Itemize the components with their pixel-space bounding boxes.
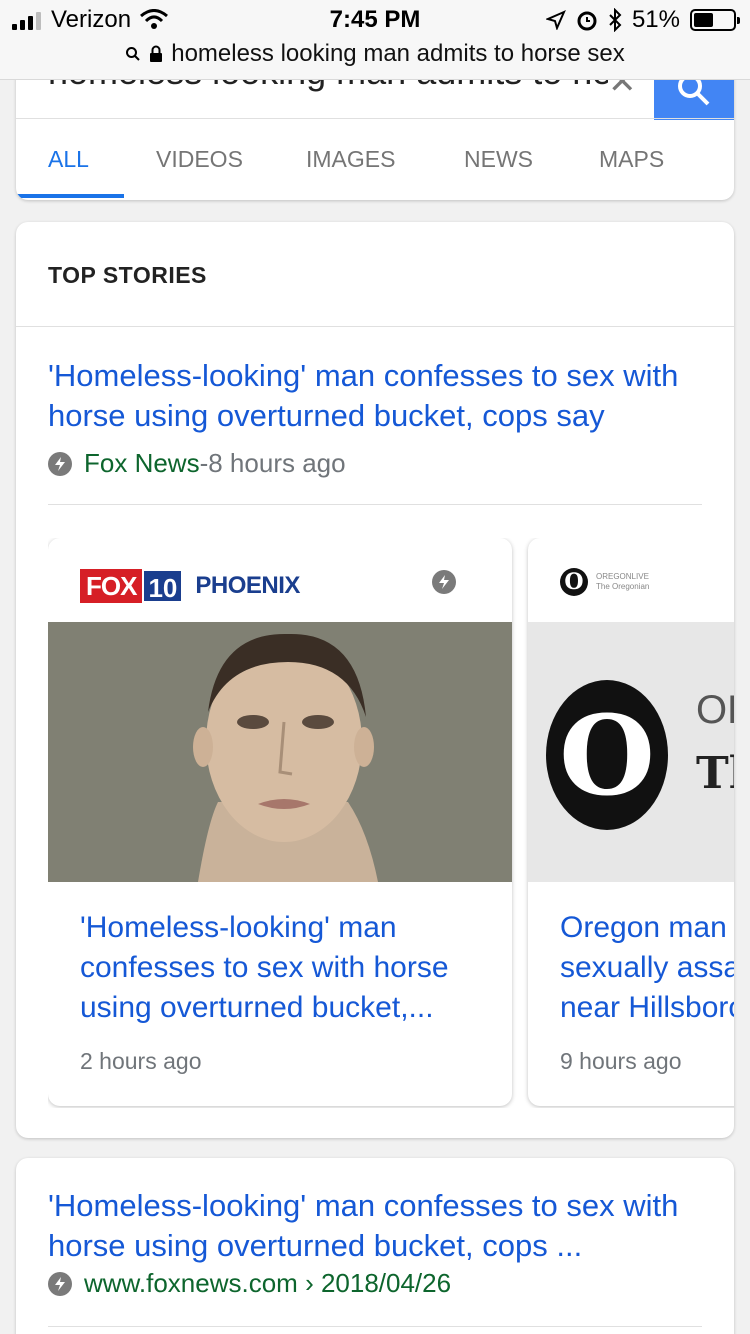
amp-lightning-icon — [48, 451, 72, 476]
tab-maps[interactable]: MAPS — [599, 146, 664, 173]
lock-icon — [150, 45, 163, 62]
fox-logo-number: 10 — [142, 569, 184, 603]
active-tab-indicator — [16, 194, 124, 198]
story-title[interactable]: 'Homeless-looking' man confesses to sex … — [80, 908, 490, 1028]
story-thumbnail-oregonian: O OR Th — [528, 622, 734, 882]
search-box-card: homeless looking man admits to horse sex… — [16, 60, 734, 200]
fox-logo-text: FOX — [80, 569, 143, 603]
search-tabs: ALL VIDEOS IMAGES NEWS MAPS — [16, 132, 734, 200]
thumbnail-or-text: OR — [696, 688, 734, 732]
lead-story-meta: Fox News - 8 hours ago — [48, 448, 346, 479]
top-stories-card: TOP STORIES 'Homeless-looking' man confe… — [16, 222, 734, 1138]
status-bar: Verizon 7:45 PM 51% homeless looking man… — [0, 0, 750, 80]
battery-percent: 51% — [631, 6, 680, 33]
story-time: 9 hours ago — [560, 1048, 682, 1074]
alarm-clock-icon — [577, 11, 597, 31]
oregonian-big-o-logo: O — [546, 680, 668, 830]
status-icons: 51% — [545, 6, 740, 34]
story-title-line: sexually assa — [560, 951, 734, 984]
story-time: 2 hours ago — [80, 1048, 202, 1074]
tab-images[interactable]: IMAGES — [306, 146, 395, 173]
publisher-logo-oregonian: O OREGONLIVE The Oregonian — [560, 568, 649, 596]
section-title: TOP STORIES — [48, 262, 207, 288]
bluetooth-icon — [609, 8, 622, 32]
oregonian-o-logo: O — [560, 568, 588, 596]
search-divider — [16, 118, 734, 119]
oregonian-label: The Oregonian — [596, 582, 650, 591]
story-title-line: near Hillsboro — [560, 991, 734, 1024]
result-url[interactable]: www.foxnews.com › 2018/04/26 — [84, 1268, 451, 1299]
oregonlive-label: OREGONLIVE — [596, 572, 649, 581]
result-title[interactable]: 'Homeless-looking' man confesses to sex … — [48, 1186, 718, 1266]
lead-story-headline[interactable]: 'Homeless-looking' man confesses to sex … — [48, 356, 718, 436]
search-result-card: 'Homeless-looking' man confesses to sex … — [16, 1158, 734, 1334]
tab-all[interactable]: ALL — [48, 146, 89, 173]
tab-news[interactable]: NEWS — [464, 146, 533, 173]
lead-story-source: Fox News — [84, 448, 200, 478]
section-divider — [16, 326, 734, 327]
publisher-logo-fox10: FOX 10 PHOENIX — [80, 568, 300, 604]
amp-lightning-icon — [432, 570, 456, 594]
url-bar[interactable]: homeless looking man admits to horse sex — [0, 40, 750, 68]
thumbnail-th-text: Th — [696, 748, 734, 799]
fox-logo-city: PHOENIX — [195, 572, 300, 599]
result-divider — [48, 1326, 702, 1327]
lead-story-time: 8 hours ago — [208, 448, 346, 478]
story-title-line: Oregon man — [560, 911, 727, 944]
story-title[interactable]: Oregon man sexually assa near Hillsboro — [560, 908, 734, 1028]
url-text: homeless looking man admits to horse sex — [171, 40, 625, 67]
search-small-icon — [126, 47, 140, 61]
story-card-fox10[interactable]: FOX 10 PHOENIX 'Homeless-looking' man co… — [48, 538, 512, 1106]
amp-lightning-icon — [48, 1271, 72, 1296]
lead-divider — [48, 504, 702, 505]
location-arrow-icon — [545, 10, 566, 30]
stories-carousel[interactable]: FOX 10 PHOENIX 'Homeless-looking' man co… — [48, 538, 734, 1108]
story-thumbnail-mugshot — [48, 622, 512, 882]
battery-fill — [694, 13, 714, 27]
tab-videos[interactable]: VIDEOS — [156, 146, 243, 173]
battery-icon — [690, 9, 740, 31]
result-url-row: www.foxnews.com › 2018/04/26 — [48, 1268, 451, 1299]
story-card-oregonian[interactable]: O OREGONLIVE The Oregonian O OR Th Orego… — [528, 538, 734, 1106]
lead-story-separator: - — [199, 448, 209, 478]
